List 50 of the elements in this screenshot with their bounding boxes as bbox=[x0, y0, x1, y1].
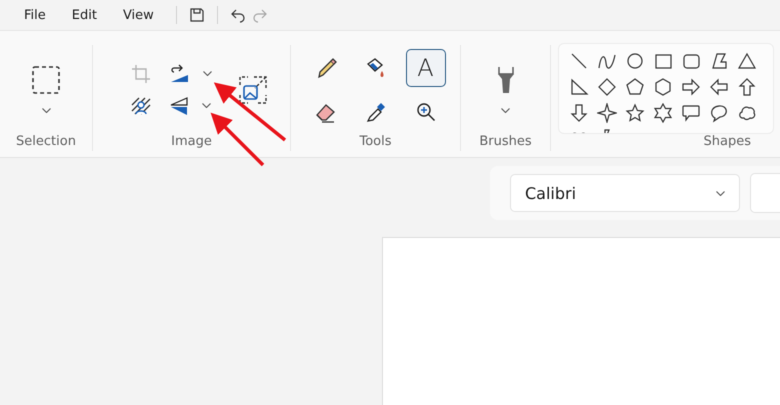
eyedropper-icon bbox=[364, 100, 386, 122]
pentagon-shape-icon[interactable] bbox=[624, 77, 644, 97]
dashed-rectangle-icon bbox=[32, 66, 60, 94]
line-shape-icon[interactable] bbox=[568, 51, 588, 71]
chevron-down-icon bbox=[501, 108, 510, 113]
paint-bucket-icon bbox=[364, 56, 386, 78]
flip-button[interactable] bbox=[170, 96, 211, 116]
font-dropdown[interactable]: Calibri bbox=[510, 174, 740, 212]
menu-item[interactable]: File bbox=[14, 6, 56, 24]
diamond-shape-icon[interactable] bbox=[596, 77, 616, 97]
flip-icon bbox=[170, 96, 188, 116]
up-arrow-shape-icon[interactable] bbox=[736, 77, 756, 97]
group-label: Selection bbox=[16, 134, 76, 151]
left-arrow-shape-icon[interactable] bbox=[708, 77, 728, 97]
chevron-down-icon bbox=[716, 190, 726, 196]
zoom-in-icon bbox=[416, 102, 436, 122]
down-arrow-shape-icon[interactable] bbox=[568, 103, 588, 123]
four-point-star-shape-icon[interactable] bbox=[596, 103, 616, 123]
group-label: Tools bbox=[359, 134, 392, 151]
oval-callout-shape-icon[interactable] bbox=[708, 103, 728, 123]
six-point-star-shape-icon[interactable] bbox=[652, 103, 672, 123]
text-tool-glyph: A bbox=[417, 54, 434, 82]
group-label: Shapes bbox=[704, 134, 751, 151]
triangle-shape-icon[interactable] bbox=[736, 51, 756, 71]
text-tool-button[interactable]: A bbox=[406, 48, 446, 86]
group-label: Image bbox=[171, 134, 212, 151]
remove-background-button[interactable] bbox=[130, 96, 150, 114]
arrow-annotation bbox=[210, 112, 264, 166]
menu-item[interactable]: View bbox=[112, 6, 164, 24]
crop-icon bbox=[130, 64, 150, 84]
chevron-down-icon bbox=[203, 71, 212, 76]
menu-item[interactable]: Edit bbox=[62, 6, 107, 24]
chevron-down-icon bbox=[42, 108, 50, 113]
selection-button[interactable] bbox=[32, 66, 60, 113]
brush-button[interactable] bbox=[496, 66, 516, 113]
save-icon[interactable] bbox=[188, 7, 205, 23]
chevron-down-icon bbox=[202, 103, 211, 108]
hexagon-shape-icon[interactable] bbox=[652, 77, 672, 97]
rotate-icon bbox=[169, 64, 189, 84]
right-arrow-shape-icon[interactable] bbox=[680, 77, 700, 97]
right-triangle-shape-icon[interactable] bbox=[568, 77, 588, 97]
rectangular-callout-shape-icon[interactable] bbox=[680, 103, 700, 123]
star-shape-icon[interactable] bbox=[624, 103, 644, 123]
rotate-button[interactable] bbox=[169, 64, 212, 84]
brush-icon bbox=[496, 66, 516, 94]
group-label: Brushes bbox=[479, 134, 532, 151]
resize-image-icon[interactable] bbox=[238, 74, 268, 104]
person-hatched-icon bbox=[130, 96, 150, 114]
undo-icon[interactable] bbox=[230, 7, 246, 23]
oval-shape-icon[interactable] bbox=[624, 51, 644, 71]
